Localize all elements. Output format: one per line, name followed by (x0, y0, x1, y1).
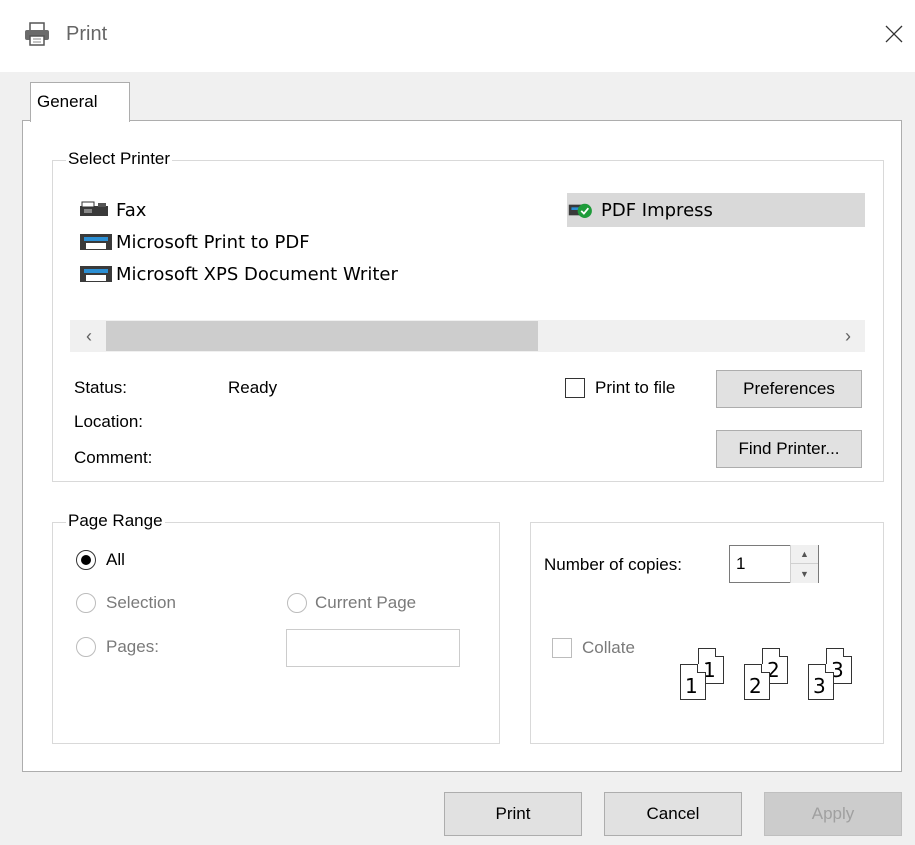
spin-up-arrow-icon[interactable]: ▲ (791, 545, 818, 564)
print-to-file-checkbox[interactable] (565, 378, 585, 398)
printer-name: Microsoft XPS Document Writer (116, 263, 398, 285)
select-printer-title: Select Printer (66, 149, 173, 169)
apply-button-label: Apply (811, 804, 855, 823)
print-button-label: Print (495, 804, 531, 823)
window-title: Print (66, 23, 108, 45)
title-bar: Print (0, 0, 915, 72)
status-value: Ready (228, 378, 278, 397)
page-range-selection-radio[interactable] (76, 593, 96, 613)
page-range-title: Page Range (66, 511, 165, 531)
scroll-right-arrow-icon[interactable]: › (833, 320, 863, 352)
page-range-pages-label[interactable]: Pages: (106, 637, 159, 657)
printer-item-pdf-impress[interactable]: PDF Impress (567, 193, 865, 227)
collate-page-icon: 3 (808, 664, 834, 700)
location-label: Location: (74, 412, 143, 431)
collate-label[interactable]: Collate (582, 638, 635, 658)
print-to-file-label[interactable]: Print to file (595, 378, 675, 398)
scrollbar-thumb[interactable] (106, 321, 538, 351)
page-range-selection-label[interactable]: Selection (106, 593, 176, 613)
printer-name: Fax (116, 199, 147, 221)
printer-name: Microsoft Print to PDF (116, 231, 310, 253)
status-label: Status: (74, 378, 127, 397)
close-icon[interactable] (878, 18, 910, 50)
scroll-left-arrow-icon[interactable]: ‹ (74, 320, 104, 352)
printer-name: PDF Impress (601, 199, 713, 221)
cancel-button-label: Cancel (646, 804, 700, 823)
printer-list-scrollbar[interactable]: ‹ › (70, 320, 865, 352)
collate-illustration: 1 1 2 2 3 3 (680, 640, 870, 710)
printer-item-fax[interactable]: Fax (78, 194, 146, 226)
page-range-pages-radio[interactable] (76, 637, 96, 657)
tab-general[interactable]: General (30, 82, 130, 122)
page-range-current-page-radio[interactable] (287, 593, 307, 613)
printer-item-microsoft-print-to-pdf[interactable]: Microsoft Print to PDF (78, 226, 310, 258)
page-range-all-label[interactable]: All (106, 550, 125, 570)
page-range-all-radio[interactable] (76, 550, 96, 570)
collate-page-icon: 2 (744, 664, 770, 700)
pages-input[interactable] (286, 629, 460, 667)
spin-down-arrow-icon[interactable]: ▼ (791, 564, 818, 583)
cancel-button[interactable]: Cancel (604, 792, 742, 836)
print-button[interactable]: Print (444, 792, 582, 836)
number-of-copies-label: Number of copies: (544, 555, 682, 574)
apply-button[interactable]: Apply (764, 792, 902, 836)
collate-checkbox[interactable] (552, 638, 572, 658)
printer-item-microsoft-xps-document-writer[interactable]: Microsoft XPS Document Writer (78, 258, 398, 290)
default-printer-icon (568, 203, 592, 218)
page-range-current-page-label[interactable]: Current Page (315, 593, 416, 613)
fax-icon (80, 201, 108, 216)
find-printer-button[interactable]: Find Printer... (716, 430, 862, 468)
copies-value: 1 (736, 554, 746, 573)
comment-label: Comment: (74, 448, 153, 467)
printer-icon (80, 234, 112, 250)
find-printer-button-label: Find Printer... (738, 439, 840, 458)
tab-label: General (37, 92, 98, 111)
preferences-button-label: Preferences (743, 379, 835, 398)
preferences-button[interactable]: Preferences (716, 370, 862, 408)
copies-spinner[interactable]: ▲ ▼ (790, 545, 818, 583)
printer-icon (80, 266, 112, 282)
printer-icon (25, 22, 49, 46)
collate-page-icon: 1 (680, 664, 706, 700)
